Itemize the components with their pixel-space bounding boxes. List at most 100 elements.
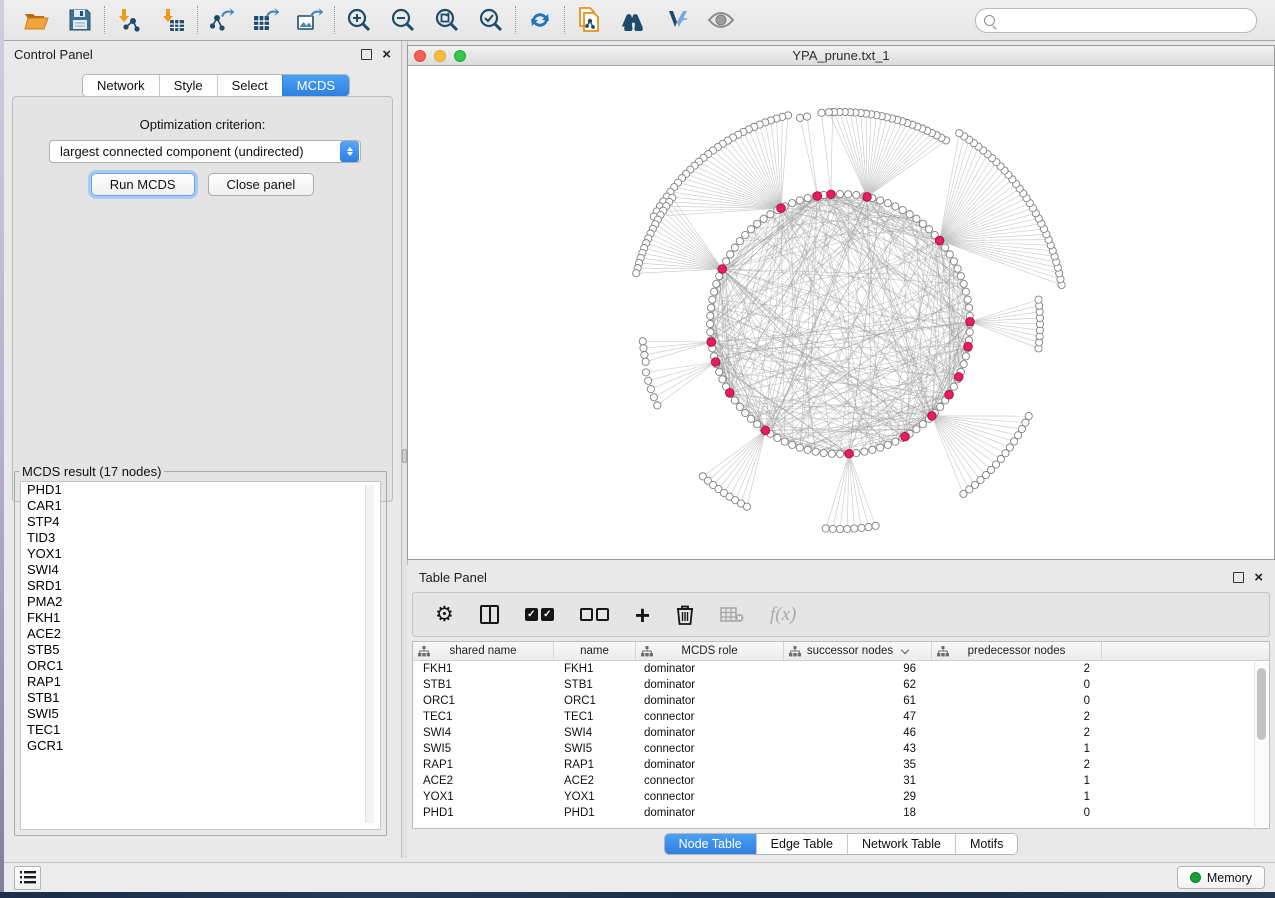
zoom-in-icon[interactable] [346,7,372,33]
export-image-icon[interactable] [297,7,323,33]
save-session-icon[interactable] [67,7,93,33]
tab-network-table[interactable]: Network Table [847,834,955,854]
export-network-icon[interactable] [209,7,235,33]
column-header-successor-nodes[interactable]: successor nodes [784,642,932,660]
tab-select[interactable]: Select [217,75,282,96]
network-svg[interactable] [408,66,1274,559]
column-header-predecessor-nodes[interactable]: predecessor nodes [932,642,1102,660]
export-table-icon[interactable] [253,7,279,33]
column-label: MCDS role [681,645,737,657]
mcds-list-item[interactable]: STB1 [21,690,380,706]
mcds-list-item[interactable]: TID3 [21,530,380,546]
node-table-body[interactable]: FKH1FKH1dominator962STB1STB1dominator620… [413,661,1269,821]
tab-motifs[interactable]: Motifs [955,834,1017,854]
table-row[interactable]: PHD1PHD1dominator180 [413,805,1269,821]
graphics-details-icon[interactable] [664,7,690,33]
table-scrollbar[interactable] [1254,662,1268,827]
task-history-button[interactable] [14,866,41,890]
column-header-name[interactable]: name [554,642,636,660]
table-row[interactable]: FKH1FKH1dominator962 [413,661,1269,677]
run-mcds-button[interactable]: Run MCDS [91,173,195,196]
column-header-shared-name[interactable]: shared name [413,642,554,660]
open-file-icon[interactable] [23,7,49,33]
table-cell: YOX1 [413,789,554,805]
settings-gear-icon[interactable]: ⚙ [435,605,454,625]
table-row[interactable]: SWI5SWI5connector431 [413,741,1269,757]
tab-node-table[interactable]: Node Table [665,834,756,854]
mcds-list-item[interactable]: STP4 [21,514,380,530]
refresh-layout-icon[interactable] [527,7,553,33]
mcds-list-item[interactable]: STB5 [21,642,380,658]
close-panel-button[interactable]: Close panel [208,173,315,196]
table-row[interactable]: SWI4SWI4dominator462 [413,725,1269,741]
table-panel-title: Table Panel [419,570,487,585]
table-scrollbar-thumb[interactable] [1257,668,1266,740]
first-neighbors-icon[interactable] [620,7,646,33]
tab-style[interactable]: Style [159,75,217,96]
birds-eye-icon[interactable] [708,7,734,33]
search-input[interactable] [1000,13,1248,27]
column-header-mcds-role[interactable]: MCDS role [636,642,784,660]
mcds-list-item[interactable]: CAR1 [21,498,380,514]
memory-button[interactable]: Memory [1177,866,1265,889]
table-cell: 0 [932,677,1102,693]
table-cell: TEC1 [554,709,636,725]
tab-mcds[interactable]: MCDS [282,75,349,96]
mcds-list-item[interactable]: SWI5 [21,706,380,722]
import-table-icon[interactable] [160,7,186,33]
table-row[interactable]: YOX1YOX1connector291 [413,789,1269,805]
mcds-list-item[interactable]: RAP1 [21,674,380,690]
table-row[interactable]: TEC1TEC1connector472 [413,709,1269,725]
table-row[interactable]: STB1STB1dominator620 [413,677,1269,693]
mcds-result-list[interactable]: PHD1CAR1STP4TID3YOX1SWI4SRD1PMA2FKH1ACE2… [20,481,381,830]
import-network-icon[interactable] [116,7,142,33]
delete-row-icon[interactable] [676,604,694,625]
mcds-list-item[interactable]: FKH1 [21,610,380,626]
clone-network-icon[interactable] [576,7,602,33]
deselect-all-icon[interactable] [580,608,609,621]
criterion-dropdown[interactable]: largest connected component (undirected) [49,140,361,163]
table-cell: dominator [636,661,784,677]
table-row[interactable]: ORC1ORC1dominator610 [413,693,1269,709]
function-builder-icon[interactable]: f(x) [770,604,796,626]
select-all-icon[interactable]: ✓✓ [525,608,554,621]
table-panel-tabs: Node Table Edge Table Network Table Moti… [407,833,1275,855]
mcds-list-item[interactable]: PHD1 [21,482,380,498]
table-cell: ORC1 [413,693,554,709]
mcds-list-item[interactable]: GCR1 [21,738,380,754]
show-column-icon[interactable] [480,605,499,624]
table-cell: dominator [636,677,784,693]
mcds-list-item[interactable]: ACE2 [21,626,380,642]
table-row[interactable]: RAP1RAP1dominator352 [413,757,1269,773]
close-panel-icon[interactable]: × [382,49,391,60]
float-panel-icon[interactable] [361,49,372,60]
table-cell: STB1 [413,677,554,693]
add-row-icon[interactable]: + [635,605,650,625]
table-cell: RAP1 [413,757,554,773]
zoom-fit-icon[interactable] [434,7,460,33]
mcds-panel: Optimization criterion: largest connecte… [12,96,393,502]
table-row[interactable]: ACE2ACE2connector311 [413,773,1269,789]
delete-table-icon[interactable] [720,607,744,623]
float-table-panel-icon[interactable] [1233,572,1244,583]
desktop-wallpaper-bottom [0,892,1275,898]
status-bar: Memory [4,862,1275,892]
zoom-out-icon[interactable] [390,7,416,33]
zoom-selected-icon[interactable] [478,7,504,33]
mcds-list-item[interactable]: TEC1 [21,722,380,738]
table-cell: PHD1 [554,805,636,821]
search-box[interactable] [975,8,1257,33]
close-table-panel-icon[interactable]: × [1254,572,1263,583]
table-cell: dominator [636,693,784,709]
table-cell: 1 [932,789,1102,805]
mcds-list-item[interactable]: PMA2 [21,594,380,610]
mcds-list-item[interactable]: SRD1 [21,578,380,594]
mcds-list-item[interactable]: SWI4 [21,562,380,578]
tab-network[interactable]: Network [83,75,159,96]
tab-edge-table[interactable]: Edge Table [756,834,847,854]
mcds-list-item[interactable]: YOX1 [21,546,380,562]
mcds-list-scrollbar[interactable] [365,485,374,823]
memory-status-icon [1190,872,1201,883]
mcds-list-item[interactable]: ORC1 [21,658,380,674]
network-window-titlebar[interactable]: YPA_prune.txt_1 [408,46,1274,66]
